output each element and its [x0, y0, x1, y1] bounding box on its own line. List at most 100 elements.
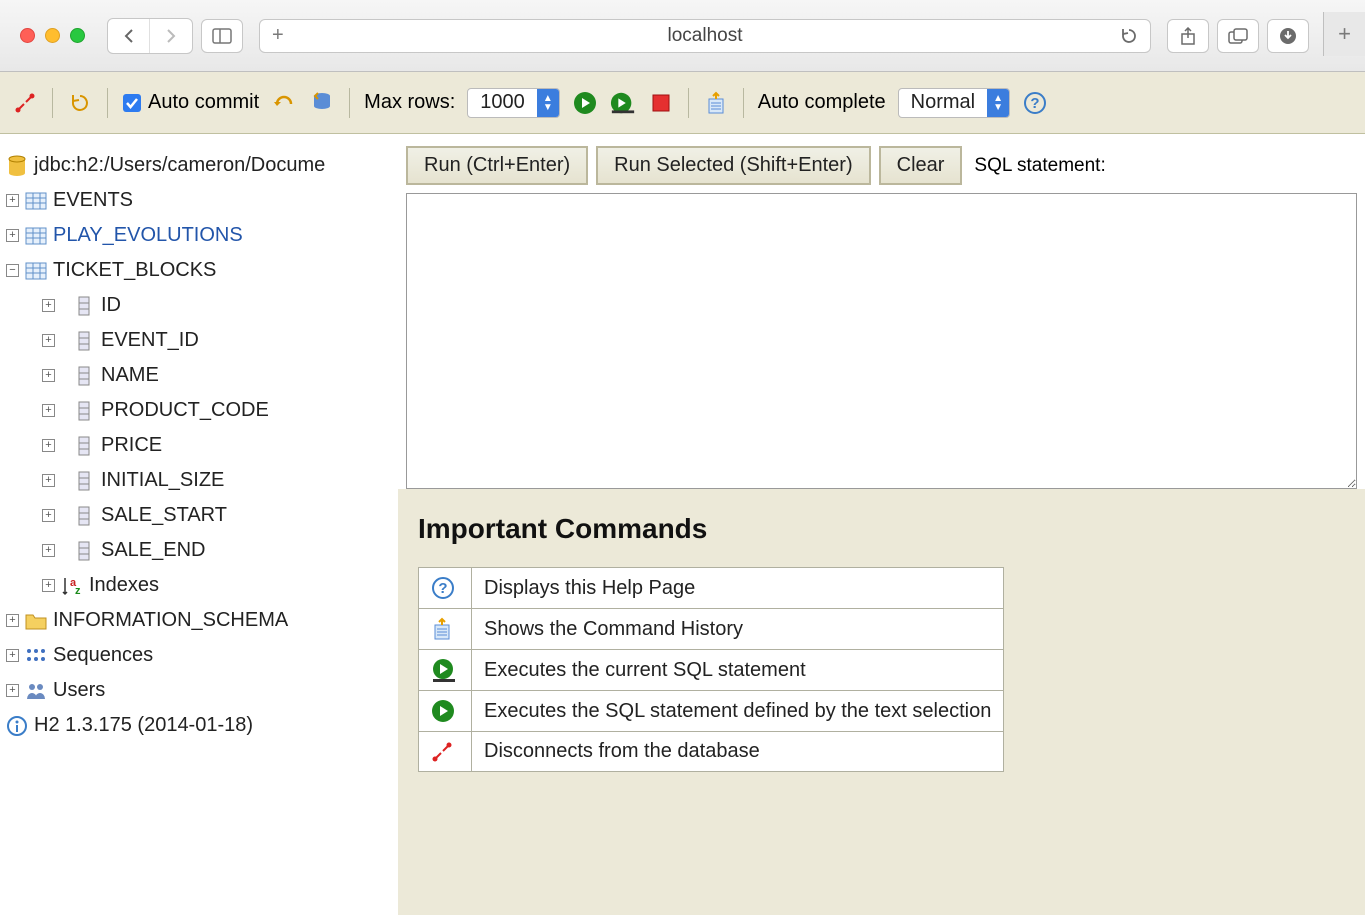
table-row[interactable]: EVENTS	[6, 183, 392, 218]
maxrows-label: Max rows:	[364, 91, 455, 114]
expand-icon[interactable]	[42, 474, 55, 487]
divider	[688, 88, 689, 118]
run-selected-button[interactable]: Run Selected (Shift+Enter)	[596, 146, 870, 185]
divider	[107, 88, 108, 118]
expand-icon[interactable]	[42, 439, 55, 452]
close-window-button[interactable]	[20, 28, 35, 43]
sql-textarea[interactable]	[406, 193, 1357, 489]
column-row[interactable]: INITIAL_SIZE	[30, 463, 392, 498]
commit-icon[interactable]	[309, 90, 335, 116]
clear-button[interactable]: Clear	[879, 146, 963, 185]
undo-icon[interactable]	[271, 90, 297, 116]
h2-toolbar: Auto commit Max rows: 1000 ▲▼ Auto compl…	[0, 72, 1365, 134]
table-row: Executes the current SQL statement	[419, 650, 1004, 691]
refresh-icon[interactable]	[67, 90, 93, 116]
info-schema-row[interactable]: INFORMATION_SCHEMA	[6, 603, 392, 638]
sidebar-toggle-button[interactable]	[201, 19, 243, 53]
disconnect-icon[interactable]	[419, 732, 472, 772]
sequences-row[interactable]: Sequences	[6, 638, 392, 673]
expand-icon[interactable]	[42, 369, 55, 382]
help-icon[interactable]: ?	[1022, 90, 1048, 116]
sql-statement-label: SQL statement:	[974, 155, 1105, 177]
new-tab-button[interactable]: +	[1323, 12, 1365, 56]
info-icon	[6, 715, 28, 737]
maxrows-select[interactable]: 1000 ▲▼	[467, 88, 560, 118]
expand-icon[interactable]	[6, 194, 19, 207]
table-row: Disconnects from the database	[419, 732, 1004, 772]
expand-icon[interactable]	[42, 579, 55, 592]
column-row[interactable]: SALE_START	[30, 498, 392, 533]
autocommit-label: Auto commit	[148, 91, 259, 114]
maximize-window-button[interactable]	[70, 28, 85, 43]
column-icon	[73, 540, 95, 562]
column-row[interactable]: SALE_END	[30, 533, 392, 568]
column-icon	[73, 365, 95, 387]
expand-icon[interactable]	[42, 509, 55, 522]
disconnect-icon[interactable]	[12, 90, 38, 116]
history-icon[interactable]	[703, 90, 729, 116]
expand-icon[interactable]	[6, 649, 19, 662]
autocomplete-select[interactable]: Normal ▲▼	[898, 88, 1010, 118]
address-bar[interactable]: + localhost	[259, 19, 1151, 53]
column-row[interactable]: PRODUCT_CODE	[30, 393, 392, 428]
forward-button[interactable]	[150, 19, 192, 53]
autocomplete-label: Auto complete	[758, 91, 886, 114]
column-icon	[73, 330, 95, 352]
expand-icon[interactable]	[6, 684, 19, 697]
expand-icon[interactable]	[6, 229, 19, 242]
db-url-row[interactable]: jdbc:h2:/Users/cameron/Docume	[6, 148, 392, 183]
nav-buttons	[107, 18, 193, 54]
db-tree: jdbc:h2:/Users/cameron/Docume EVENTS PLA…	[0, 134, 398, 915]
column-icon	[73, 470, 95, 492]
column-icon	[73, 505, 95, 527]
results-panel: Important Commands ? Displays this Help …	[398, 489, 1365, 915]
expand-icon[interactable]	[42, 299, 55, 312]
expand-icon[interactable]	[42, 544, 55, 557]
run-selected-icon[interactable]	[610, 90, 636, 116]
table-row[interactable]: PLAY_EVOLUTIONS	[6, 218, 392, 253]
autocommit-checkbox[interactable]: Auto commit	[122, 91, 259, 114]
url-text: localhost	[668, 25, 743, 47]
table-row[interactable]: TICKET_BLOCKS	[6, 253, 392, 288]
run-button[interactable]: Run (Ctrl+Enter)	[406, 146, 588, 185]
add-icon[interactable]: +	[272, 24, 284, 47]
chevron-updown-icon: ▲▼	[537, 89, 559, 117]
run-selected-icon[interactable]	[419, 650, 472, 691]
results-heading: Important Commands	[418, 513, 1345, 545]
minimize-window-button[interactable]	[45, 28, 60, 43]
users-row[interactable]: Users	[6, 673, 392, 708]
expand-icon[interactable]	[42, 334, 55, 347]
table-row: Shows the Command History	[419, 609, 1004, 650]
sql-button-row: Run (Ctrl+Enter) Run Selected (Shift+Ent…	[398, 134, 1365, 193]
svg-text:?: ?	[438, 580, 447, 597]
column-row[interactable]: ID	[30, 288, 392, 323]
collapse-icon[interactable]	[6, 264, 19, 277]
column-icon	[73, 435, 95, 457]
share-button[interactable]	[1167, 19, 1209, 53]
chevron-updown-icon: ▲▼	[987, 89, 1009, 117]
column-row[interactable]: EVENT_ID	[30, 323, 392, 358]
database-icon	[6, 155, 28, 177]
indexes-icon: az	[61, 575, 83, 597]
help-icon[interactable]: ?	[419, 568, 472, 609]
history-icon[interactable]	[419, 609, 472, 650]
expand-icon[interactable]	[42, 404, 55, 417]
tabs-button[interactable]	[1217, 19, 1259, 53]
svg-text:z: z	[75, 585, 81, 596]
svg-text:?: ?	[1031, 95, 1040, 112]
indexes-row[interactable]: azIndexes	[30, 568, 392, 603]
browser-chrome: + localhost +	[0, 0, 1365, 72]
stop-icon[interactable]	[648, 90, 674, 116]
run-icon[interactable]	[419, 691, 472, 732]
column-row[interactable]: NAME	[30, 358, 392, 393]
column-icon	[73, 400, 95, 422]
folder-icon	[25, 610, 47, 632]
back-button[interactable]	[108, 19, 150, 53]
expand-icon[interactable]	[6, 614, 19, 627]
reload-button[interactable]	[1120, 27, 1138, 45]
downloads-button[interactable]	[1267, 19, 1309, 53]
run-icon[interactable]	[572, 90, 598, 116]
column-row[interactable]: PRICE	[30, 428, 392, 463]
divider	[349, 88, 350, 118]
table-icon	[25, 260, 47, 282]
